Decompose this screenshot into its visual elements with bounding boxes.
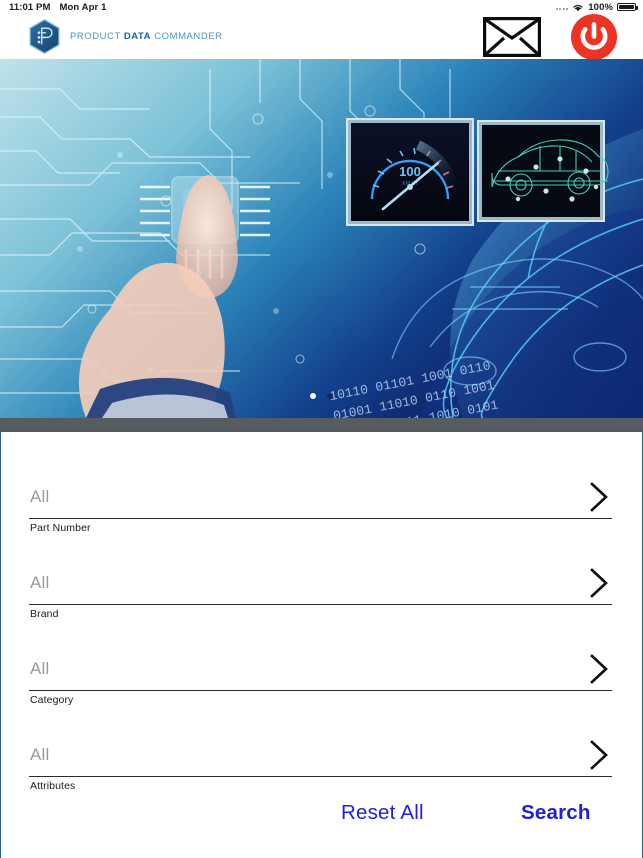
chevron-right-icon[interactable] [586,739,612,771]
wifi-icon [573,4,583,11]
hero-banner-carousel[interactable]: 10110 01101 1001 0110 01001 11010 0110 1… [0,59,643,418]
part-number-label: Part Number [30,522,91,534]
brand-word-product: PRODUCT [70,31,121,42]
chevron-right-icon[interactable] [586,481,612,513]
reset-all-button[interactable]: Reset All [341,801,424,825]
brand-word-commander: COMMANDER [154,31,223,42]
hexagon-p-logo-icon [29,19,60,54]
filter-row-attributes[interactable]: All Attributes [29,740,612,793]
chevron-right-icon[interactable] [586,653,612,685]
battery-percent-label: 100% [588,1,613,13]
brand-logo[interactable]: PRODUCT DATA COMMANDER [0,18,223,55]
form-actions: Reset All Search [1,801,643,835]
filter-row-brand[interactable]: All Brand [29,568,612,621]
status-bar-right: 100% [555,1,643,13]
attributes-underline [29,776,612,777]
part-number-value[interactable]: All [30,487,50,507]
cellular-signal-icon [555,4,569,10]
carousel-dot-2[interactable] [327,393,333,399]
part-number-underline [29,518,612,519]
carousel-pagination[interactable] [0,393,643,399]
chevron-right-icon[interactable] [586,567,612,599]
header-actions [483,13,643,60]
brand-underline [29,604,612,605]
carousel-dot-1[interactable] [310,393,316,399]
search-filter-card: All Part Number All Brand All Category A… [0,431,643,858]
filter-row-part-number[interactable]: All Part Number [29,482,612,535]
brand-title: PRODUCT DATA COMMANDER [70,31,223,42]
ios-status-bar: 11:01 PM Mon Apr 1 100% [0,0,643,14]
section-divider [0,418,643,431]
power-button-icon[interactable] [571,13,617,60]
status-bar-date: Mon Apr 1 [59,1,107,13]
brand-value[interactable]: All [30,573,50,593]
hero-banner-image: 10110 01101 1001 0110 01001 11010 0110 1… [0,59,643,418]
status-bar-left: 11:01 PM Mon Apr 1 [0,2,106,13]
category-label: Category [30,694,74,706]
app-header: PRODUCT DATA COMMANDER [0,13,643,60]
category-underline [29,690,612,691]
attributes-label: Attributes [30,780,76,792]
svg-text:100: 100 [399,164,421,179]
filter-row-category[interactable]: All Category [29,654,612,707]
battery-full-icon [617,2,638,12]
envelope-icon[interactable] [483,16,541,57]
status-bar-time: 11:01 PM [9,1,51,13]
search-button[interactable]: Search [521,801,591,825]
brand-label: Brand [30,608,59,620]
app-screen: 11:01 PM Mon Apr 1 100% PRODUCT DATA COM… [0,0,643,858]
attributes-value[interactable]: All [30,745,50,765]
category-value[interactable]: All [30,659,50,679]
brand-word-data: DATA [123,31,152,42]
